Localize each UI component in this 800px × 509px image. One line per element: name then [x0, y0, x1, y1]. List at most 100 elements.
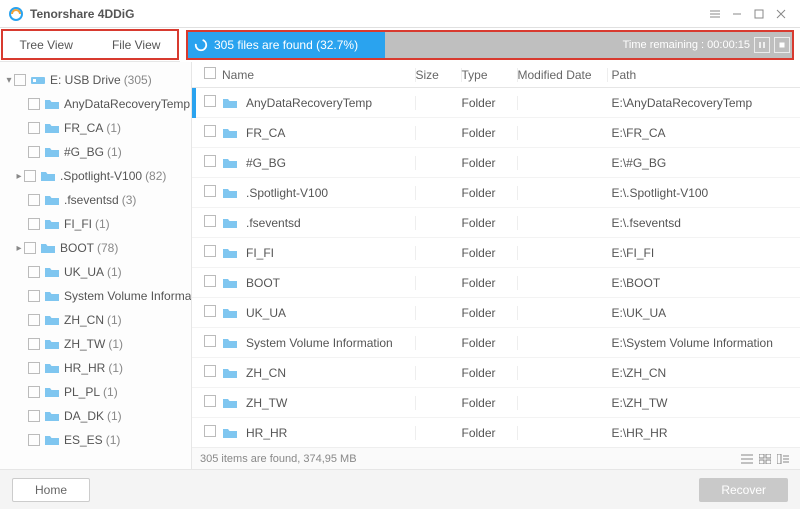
table-row[interactable]: FI_FIFolderE:\FI_FI	[192, 238, 800, 268]
header-name[interactable]: Name	[222, 68, 416, 82]
tree-item[interactable]: FI_FI (1)	[0, 212, 191, 236]
table-row[interactable]: FR_CAFolderE:\FR_CA	[192, 118, 800, 148]
home-button[interactable]: Home	[12, 478, 90, 502]
checkbox[interactable]	[204, 395, 216, 407]
sidebar-tree[interactable]: ▾ E: USB Drive (305) AnyDataRecoveryTemp…	[0, 62, 192, 469]
tree-item[interactable]: #G_BG (1)	[0, 140, 191, 164]
checkbox[interactable]	[28, 122, 40, 134]
table-row[interactable]: HR_HRFolderE:\HR_HR	[192, 418, 800, 447]
caret-right-icon[interactable]: ▸	[14, 243, 24, 254]
tree-item[interactable]: DA_DK (1)	[0, 404, 191, 428]
tree-root[interactable]: ▾ E: USB Drive (305)	[0, 68, 191, 92]
view-list-icon[interactable]	[738, 451, 756, 467]
header-size[interactable]: Size	[416, 68, 462, 82]
checkbox[interactable]	[204, 125, 216, 137]
row-name: AnyDataRecoveryTemp	[246, 96, 372, 110]
tab-file-view[interactable]: File View	[112, 38, 160, 52]
table-row[interactable]: .fseventsdFolderE:\.fseventsd	[192, 208, 800, 238]
checkbox[interactable]	[28, 146, 40, 158]
caret-right-icon[interactable]: ▸	[14, 171, 24, 182]
checkbox[interactable]	[28, 266, 40, 278]
checkbox[interactable]	[204, 215, 216, 227]
checkbox[interactable]	[204, 305, 216, 317]
time-remaining: Time remaining : 00:00:15	[623, 39, 750, 51]
checkbox[interactable]	[24, 242, 36, 254]
checkbox[interactable]	[28, 434, 40, 446]
tree-item[interactable]: .fseventsd (3)	[0, 188, 191, 212]
header-path[interactable]: Path	[608, 68, 800, 82]
table-row[interactable]: UK_UAFolderE:\UK_UA	[192, 298, 800, 328]
menu-icon[interactable]	[704, 3, 726, 25]
close-icon[interactable]	[770, 3, 792, 25]
header-modified-date[interactable]: Modified Date	[518, 68, 608, 82]
tab-tree-view[interactable]: Tree View	[20, 38, 73, 52]
checkbox[interactable]	[204, 155, 216, 167]
checkbox[interactable]	[204, 185, 216, 197]
checkbox[interactable]	[28, 314, 40, 326]
caret-down-icon[interactable]: ▾	[4, 75, 14, 86]
table-header: Name Size Type Modified Date Path	[192, 62, 800, 88]
tree-item-label: BOOT	[60, 241, 94, 255]
checkbox[interactable]	[204, 425, 216, 437]
checkbox[interactable]	[28, 218, 40, 230]
checkbox[interactable]	[28, 362, 40, 374]
checkbox[interactable]	[28, 290, 40, 302]
table-row[interactable]: AnyDataRecoveryTempFolderE:\AnyDataRecov…	[192, 88, 800, 118]
folder-icon	[222, 217, 238, 229]
checkbox[interactable]	[204, 245, 216, 257]
minimize-icon[interactable]	[726, 3, 748, 25]
stop-icon[interactable]	[774, 37, 790, 53]
checkbox[interactable]	[204, 95, 216, 107]
tree-item[interactable]: ▸.Spotlight-V100 (82)	[0, 164, 191, 188]
tree-item-count: (1)	[95, 217, 110, 231]
row-path: E:\FR_CA	[608, 126, 800, 140]
view-detail-icon[interactable]	[774, 451, 792, 467]
row-type: Folder	[462, 246, 518, 260]
checkbox[interactable]	[204, 365, 216, 377]
checkbox[interactable]	[28, 338, 40, 350]
folder-icon	[40, 170, 56, 182]
tree-item-label: .Spotlight-V100	[60, 169, 142, 183]
header-checkbox-col[interactable]	[204, 67, 222, 82]
folder-icon	[44, 98, 60, 110]
folder-icon	[222, 427, 238, 439]
table-row[interactable]: #G_BGFolderE:\#G_BG	[192, 148, 800, 178]
header-type[interactable]: Type	[462, 68, 518, 82]
table-body[interactable]: AnyDataRecoveryTempFolderE:\AnyDataRecov…	[192, 88, 800, 447]
tree-item[interactable]: FR_CA (1)	[0, 116, 191, 140]
table-row[interactable]: ZH_TWFolderE:\ZH_TW	[192, 388, 800, 418]
tree-item[interactable]: ZH_TW (1)	[0, 332, 191, 356]
table-row[interactable]: ZH_CNFolderE:\ZH_CN	[192, 358, 800, 388]
tree-item[interactable]: System Volume Information	[0, 284, 191, 308]
checkbox[interactable]	[204, 275, 216, 287]
pause-icon[interactable]	[754, 37, 770, 53]
tree-item[interactable]: PL_PL (1)	[0, 380, 191, 404]
tree-item[interactable]: AnyDataRecoveryTemp	[0, 92, 191, 116]
tree-item[interactable]: UK_UA (1)	[0, 260, 191, 284]
tree-item-label: #G_BG	[64, 145, 104, 159]
tree-item[interactable]: HR_HR (1)	[0, 356, 191, 380]
checkbox[interactable]	[28, 410, 40, 422]
tree-item-label: .fseventsd	[64, 193, 119, 207]
tree-item[interactable]: ▸BOOT (78)	[0, 236, 191, 260]
row-type: Folder	[462, 156, 518, 170]
row-type: Folder	[462, 126, 518, 140]
tree-item[interactable]: ZH_CN (1)	[0, 308, 191, 332]
checkbox[interactable]	[28, 98, 40, 110]
checkbox[interactable]	[204, 335, 216, 347]
tree-item-label: DA_DK	[64, 409, 104, 423]
checkbox[interactable]	[14, 74, 26, 86]
checkbox[interactable]	[28, 194, 40, 206]
tree-item[interactable]: ES_ES (1)	[0, 428, 191, 452]
row-path: E:\BOOT	[608, 276, 800, 290]
recover-button[interactable]: Recover	[699, 478, 788, 502]
table-row[interactable]: .Spotlight-V100FolderE:\.Spotlight-V100	[192, 178, 800, 208]
table-row[interactable]: System Volume InformationFolderE:\System…	[192, 328, 800, 358]
checkbox[interactable]	[28, 386, 40, 398]
maximize-icon[interactable]	[748, 3, 770, 25]
table-row[interactable]: BOOTFolderE:\BOOT	[192, 268, 800, 298]
checkbox[interactable]	[24, 170, 36, 182]
view-grid-icon[interactable]	[756, 451, 774, 467]
row-type: Folder	[462, 336, 518, 350]
folder-icon	[222, 277, 238, 289]
